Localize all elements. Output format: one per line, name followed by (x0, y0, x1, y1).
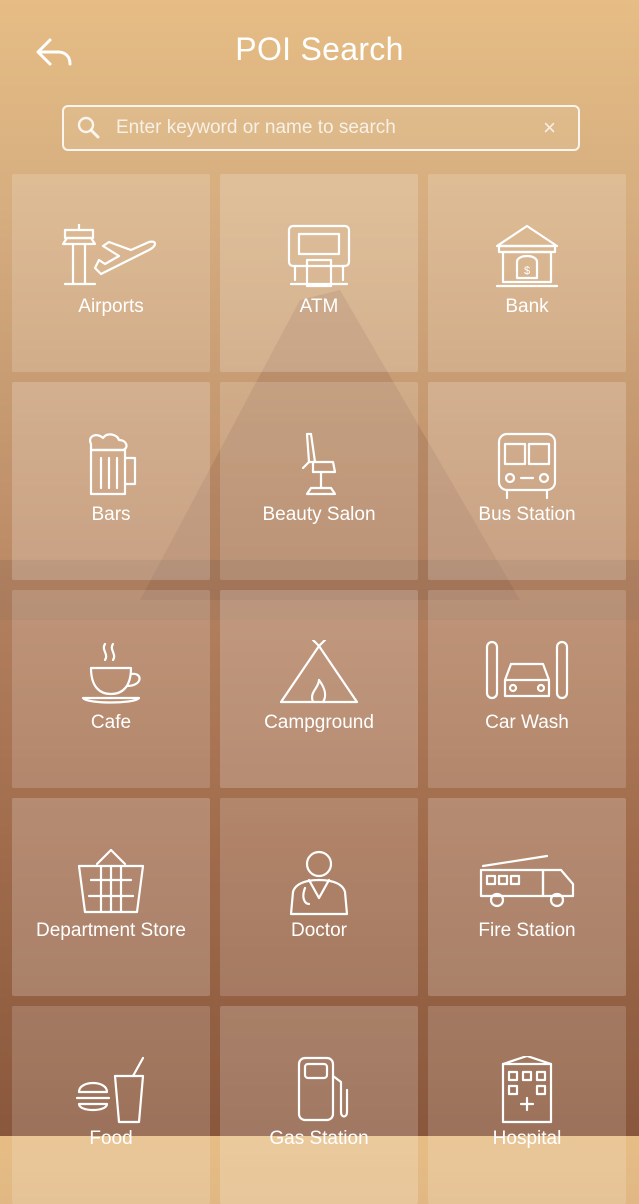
category-tile-gas-station[interactable]: Gas Station (220, 1006, 418, 1204)
category-label: Bank (505, 296, 549, 317)
doctor-icon (289, 850, 349, 916)
category-tile-doctor[interactable]: Doctor (220, 798, 418, 996)
category-tile-food[interactable]: Food (12, 1006, 210, 1204)
search-bar: × (62, 105, 580, 151)
tent-icon (279, 640, 359, 704)
category-label: Gas Station (269, 1128, 369, 1149)
category-tile-airports[interactable]: Airports (12, 174, 210, 372)
category-label: Bars (91, 504, 131, 525)
category-label: Airports (78, 296, 144, 317)
atm-icon (287, 224, 351, 288)
category-label: Fire Station (478, 920, 576, 941)
fire-truck-icon (479, 854, 575, 908)
category-tile-department-store[interactable]: Department Store (12, 798, 210, 996)
category-tile-campground[interactable]: Campground (220, 590, 418, 788)
category-tile-beauty-salon[interactable]: Beauty Salon (220, 382, 418, 580)
basket-icon (77, 848, 145, 914)
category-tile-cafe[interactable]: Cafe (12, 590, 210, 788)
salon-chair-icon (301, 432, 337, 496)
category-tile-car-wash[interactable]: Car Wash (428, 590, 626, 788)
header: POI Search (0, 0, 639, 100)
category-label: Bus Station (478, 504, 576, 525)
category-tile-fire-station[interactable]: Fire Station (428, 798, 626, 996)
category-label: Campground (264, 712, 374, 733)
category-tile-bank[interactable]: $ Bank (428, 174, 626, 372)
category-label: Hospital (492, 1128, 562, 1149)
search-input[interactable] (114, 109, 538, 147)
beer-mug-icon (89, 433, 137, 496)
search-icon (77, 116, 100, 139)
category-tile-bars[interactable]: Bars (12, 382, 210, 580)
category-label: Department Store (36, 920, 186, 941)
hospital-icon (501, 1056, 553, 1124)
category-label: Cafe (90, 712, 132, 733)
category-tile-hospital[interactable]: Hospital (428, 1006, 626, 1204)
car-wash-icon (485, 640, 569, 700)
airport-icon (61, 224, 157, 286)
category-label: Car Wash (485, 712, 569, 733)
category-tile-bus-station[interactable]: Bus Station (428, 382, 626, 580)
bank-icon: $ (495, 224, 559, 288)
gas-pump-icon (297, 1056, 349, 1122)
coffee-cup-icon (81, 642, 141, 704)
category-label: ATM (299, 296, 339, 317)
category-tile-atm[interactable]: ATM (220, 174, 418, 372)
bus-icon (497, 432, 557, 500)
food-icon (75, 1056, 145, 1124)
category-label: Beauty Salon (262, 504, 376, 525)
category-label: Food (89, 1128, 133, 1149)
category-label: Doctor (291, 920, 347, 941)
clear-icon[interactable]: × (543, 115, 556, 141)
page-title: POI Search (235, 31, 404, 67)
svg-text:$: $ (524, 265, 530, 277)
